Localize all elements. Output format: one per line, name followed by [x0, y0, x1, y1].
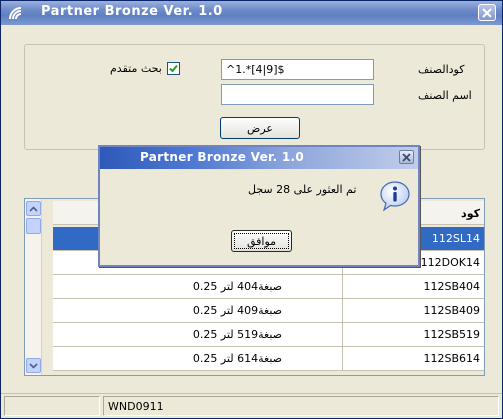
table-row[interactable]: صبغة614 لتر 0.25 112SB614: [53, 347, 484, 371]
advanced-search-label: بحث متقدم: [110, 62, 162, 75]
ok-button[interactable]: موافق: [231, 230, 292, 252]
chevron-down-icon: [29, 362, 38, 369]
scroll-thumb[interactable]: [26, 218, 41, 234]
row-code-cell: 112SB409: [423, 304, 480, 317]
message-dialog: Partner Bronze Ver. 1.0 تم العثور على 28…: [98, 145, 420, 267]
title-bar[interactable]: Partner Bronze Ver. 1.0: [1, 1, 502, 25]
item-name-label: اسم الصنف: [418, 89, 472, 102]
row-code-cell: 112SB404: [423, 280, 480, 293]
table-row[interactable]: صبغة409 لتر 0.25 112SB409: [53, 299, 484, 323]
window-title: Partner Bronze Ver. 1.0: [41, 4, 223, 19]
dialog-message: تم العثور على 28 سجل: [248, 183, 357, 196]
row-code-cell: 112SB519: [423, 328, 480, 341]
row-name-cell: صبغة404 لتر 0.25: [53, 275, 343, 298]
item-name-input[interactable]: [221, 84, 374, 105]
dialog-title-bar[interactable]: Partner Bronze Ver. 1.0: [100, 147, 418, 169]
item-code-label: كودالصنف: [418, 63, 465, 76]
advanced-search-checkbox[interactable]: [167, 62, 180, 75]
dialog-title: Partner Bronze Ver. 1.0: [140, 150, 305, 164]
table-row[interactable]: صبغة404 لتر 0.25 112SB404: [53, 275, 484, 299]
window-close-button[interactable]: [478, 4, 496, 21]
chevron-up-icon: [29, 205, 38, 212]
app-signal-icon: [9, 7, 22, 20]
close-x-icon: [482, 7, 492, 18]
close-x-icon: [402, 152, 411, 162]
row-name-cell: صبغة519 لتر 0.25: [53, 323, 343, 346]
status-panel-1: [4, 396, 100, 416]
row-code-cell: 112SB614: [423, 352, 480, 365]
show-button[interactable]: عرض: [220, 117, 300, 139]
vertical-scrollbar[interactable]: [25, 199, 42, 375]
checkmark-icon: [169, 64, 178, 73]
scroll-down-button[interactable]: [26, 358, 41, 373]
search-panel: كودالصنف ^1.*[4|9]$ اسم الصنف بحث متقدم …: [24, 44, 485, 150]
status-panel-2: WND0911: [103, 396, 499, 416]
item-code-input[interactable]: ^1.*[4|9]$: [221, 59, 374, 80]
table-row[interactable]: صبغة519 لتر 0.25 112SB519: [53, 323, 484, 347]
scroll-up-button[interactable]: [26, 201, 41, 216]
row-name-cell: صبغة409 لتر 0.25: [53, 299, 343, 322]
info-speech-bubble-icon: [380, 181, 410, 212]
row-name-cell: صبغة614 لتر 0.25: [53, 347, 343, 370]
status-bar: WND0911: [1, 393, 502, 418]
dialog-close-button[interactable]: [399, 150, 414, 164]
